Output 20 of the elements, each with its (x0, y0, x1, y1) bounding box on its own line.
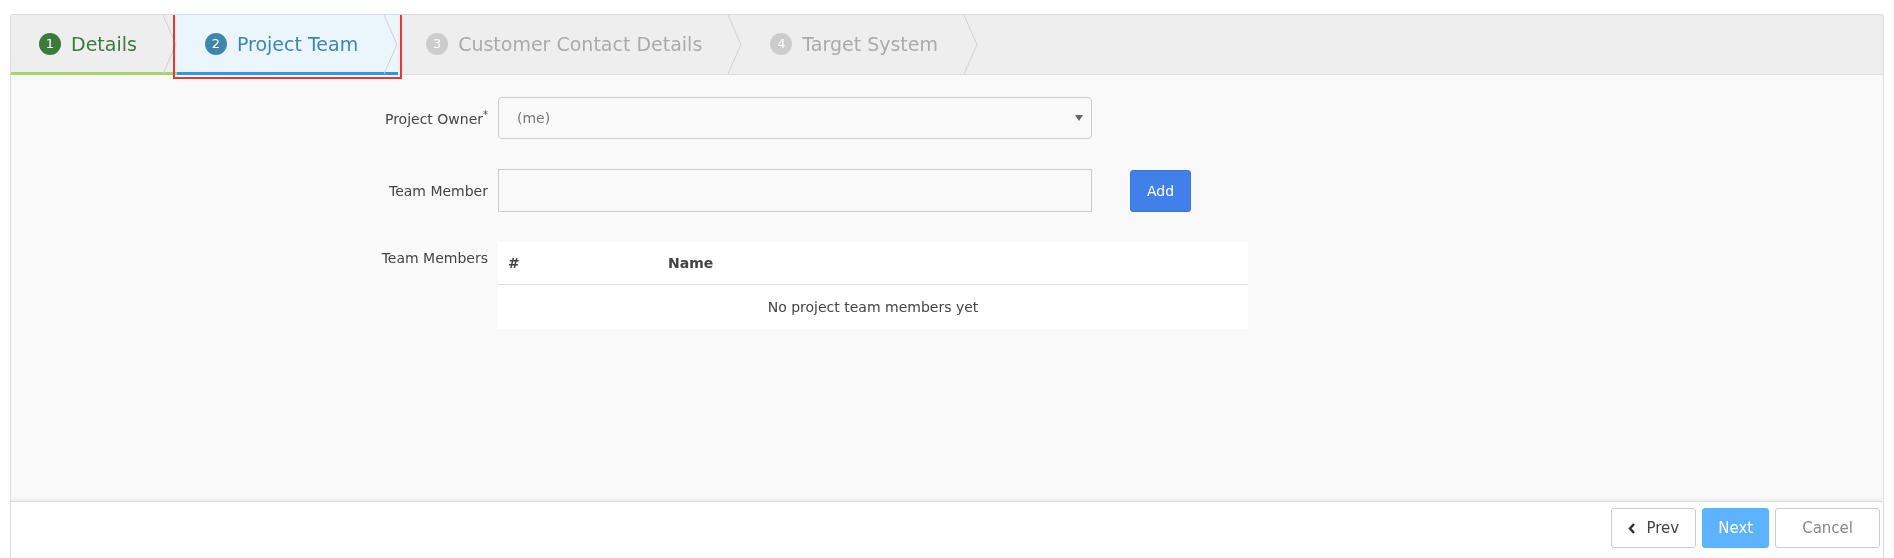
cancel-button[interactable]: Cancel (1775, 508, 1880, 548)
add-button[interactable]: Add (1130, 169, 1192, 212)
team-member-input[interactable] (498, 169, 1092, 212)
column-header: Name (658, 242, 1248, 285)
caret-icon (1075, 115, 1083, 121)
project-owner-dropdown[interactable]: (me) (498, 97, 1092, 139)
step-number: 2 (204, 32, 227, 55)
empty-table-message: No project team members yet (498, 284, 1248, 329)
chevron-divider-icon (162, 15, 177, 74)
field-label: Project Owner$^{*}$ (384, 109, 489, 127)
field-label: Team Members (381, 249, 489, 266)
column-header: # (498, 242, 658, 285)
field-label: Team Member (388, 182, 489, 199)
chevron-left-icon (1628, 522, 1637, 534)
chevron-divider-icon (728, 15, 743, 74)
chevron-divider-icon (384, 15, 399, 74)
step-number: 1 (39, 32, 61, 55)
chevron-divider-icon (964, 15, 978, 74)
next-button[interactable]: Next (1702, 508, 1770, 548)
prev-button[interactable]: Prev (1611, 508, 1697, 548)
